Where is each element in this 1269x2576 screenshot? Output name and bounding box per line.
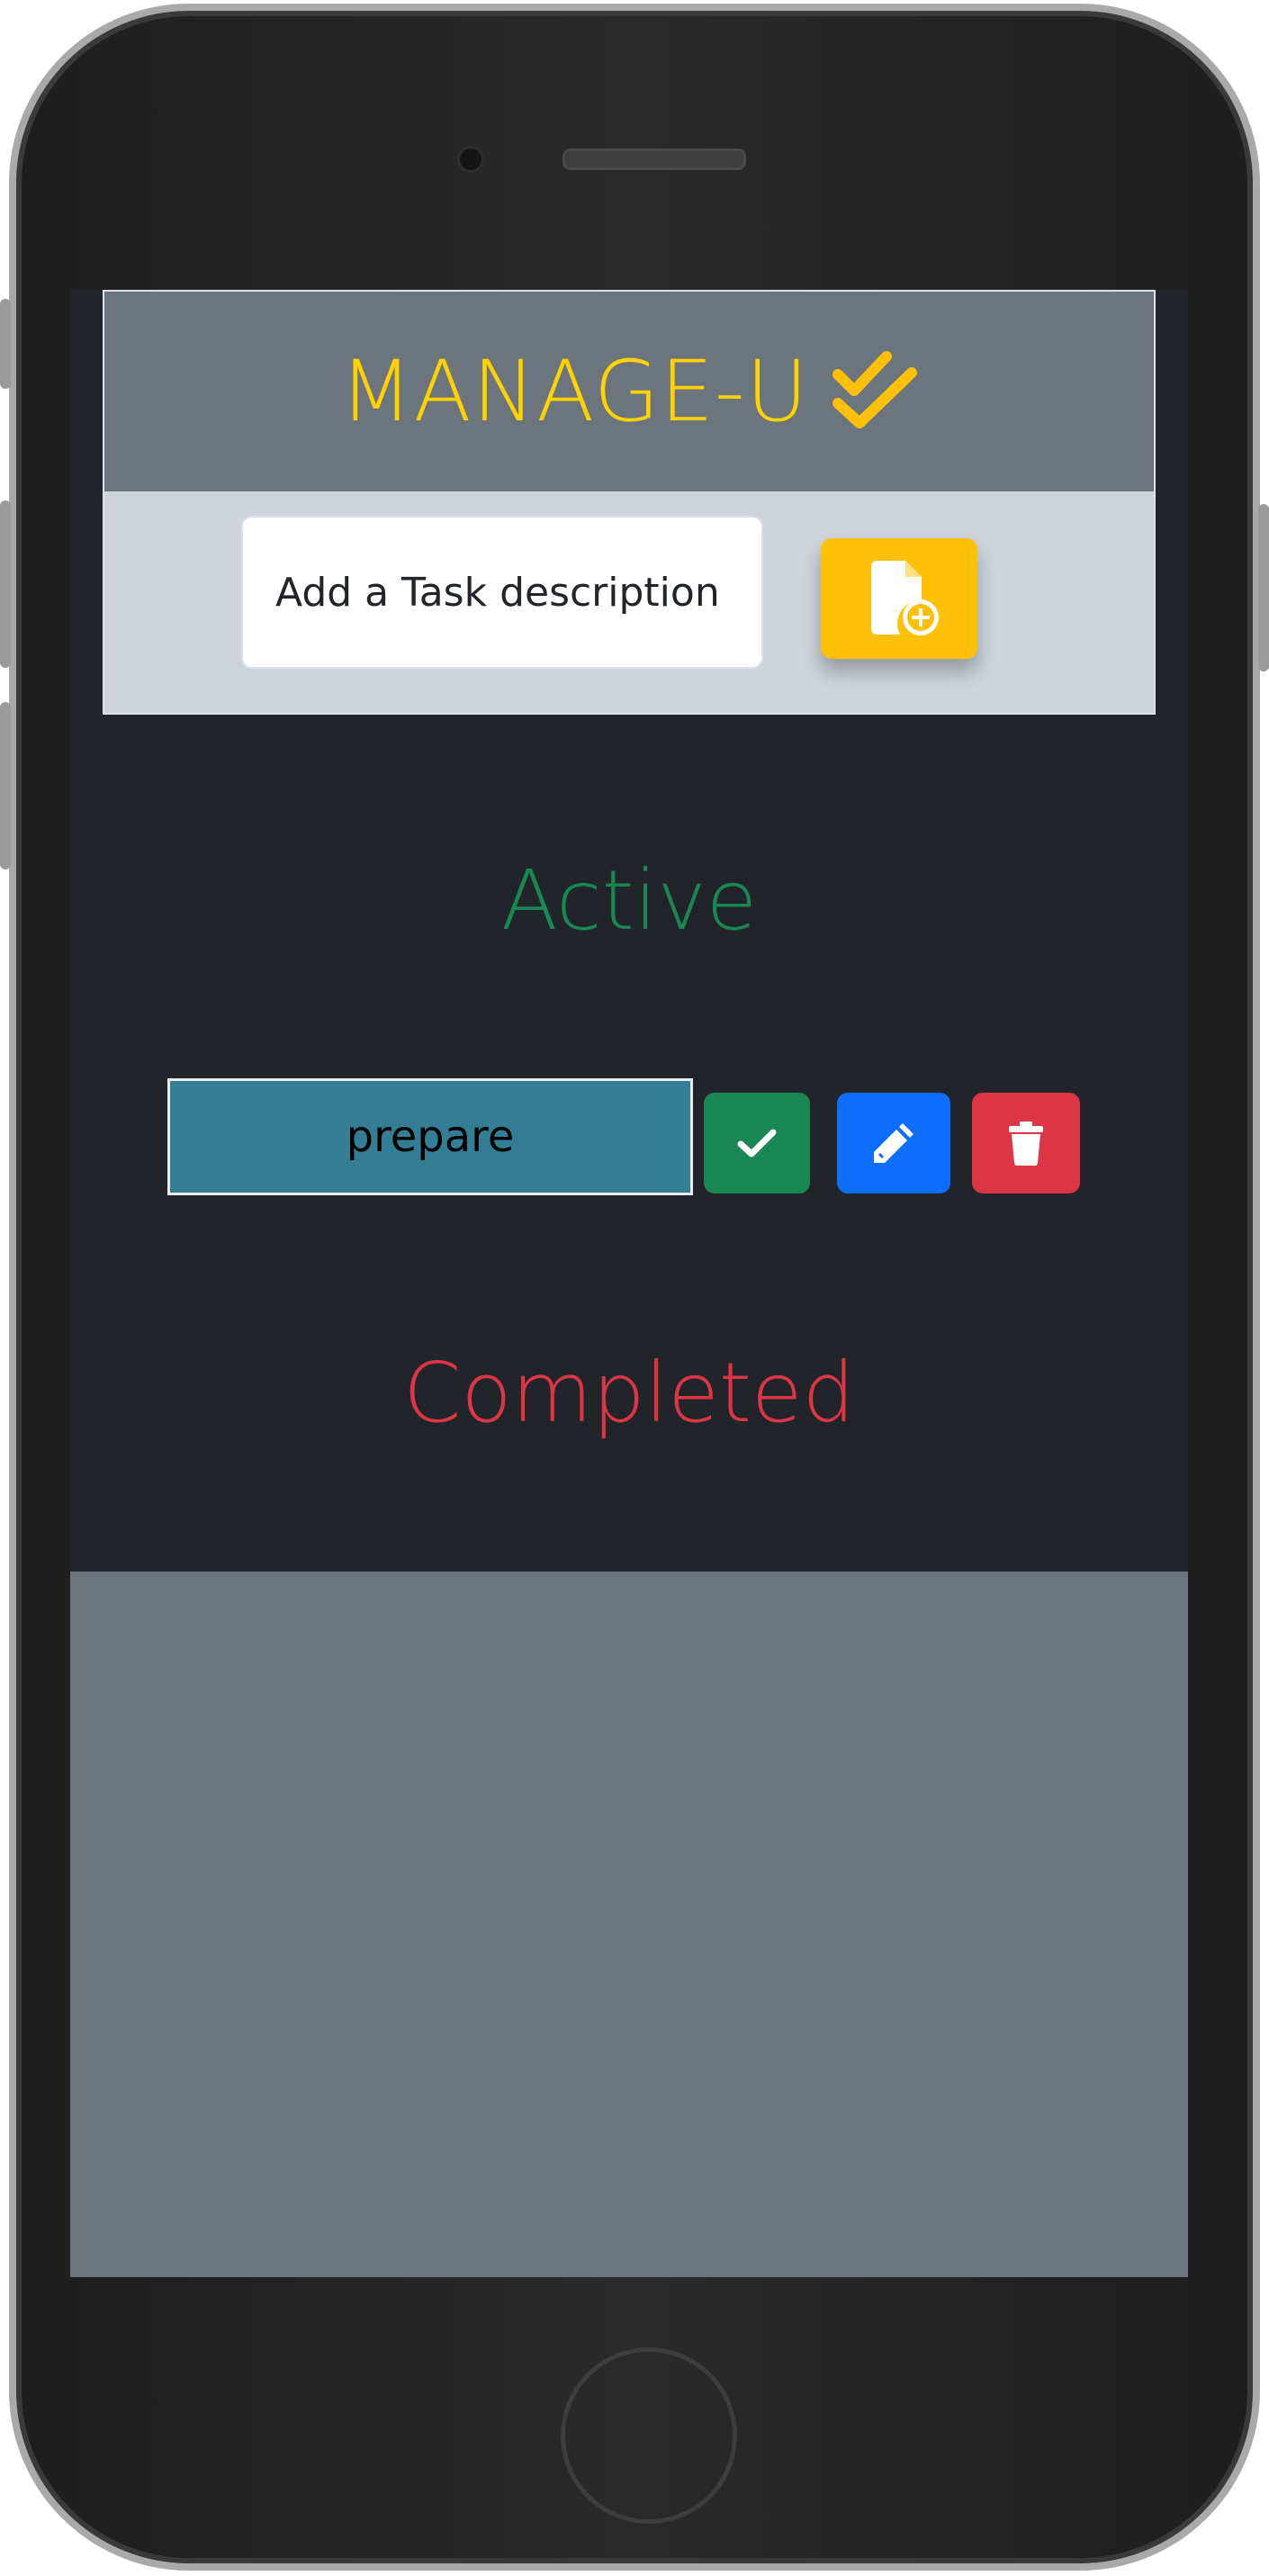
earpiece-speaker [562, 149, 746, 170]
app-title: MANAGE-U [339, 342, 809, 441]
active-section-title: Active [500, 852, 758, 949]
check-icon [737, 1129, 777, 1157]
complete-task-button[interactable] [704, 1093, 810, 1193]
power-button [1258, 504, 1269, 671]
front-camera [457, 146, 484, 173]
new-task-bar [104, 491, 1154, 713]
volume-up-button [0, 500, 11, 668]
mute-switch [0, 299, 11, 389]
completed-section-title: Completed [403, 1345, 855, 1441]
completed-task-list [70, 1572, 1188, 2277]
file-add-icon [871, 561, 939, 635]
double-check-icon [832, 351, 917, 428]
title-bar: MANAGE-U [104, 292, 1154, 491]
app-header: MANAGE-U [103, 290, 1156, 715]
volume-down-button [0, 702, 11, 869]
app-screen: MANAGE-U Active prepare [70, 290, 1188, 2277]
pencil-icon [874, 1123, 914, 1163]
add-task-button[interactable] [821, 538, 977, 659]
trash-icon [1009, 1121, 1043, 1166]
task-description-input[interactable] [241, 516, 763, 669]
edit-task-button[interactable] [837, 1093, 950, 1193]
delete-task-button[interactable] [972, 1093, 1080, 1193]
home-button[interactable] [561, 2347, 737, 2524]
active-task-item: prepare [167, 1078, 693, 1195]
